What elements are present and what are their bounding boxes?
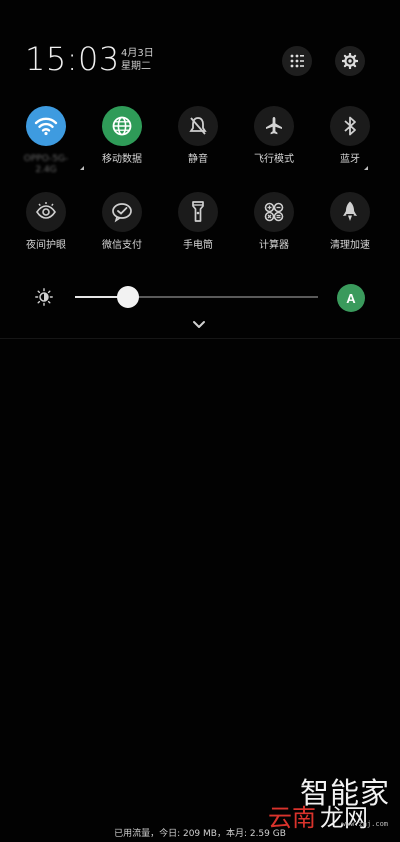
weekday-label: 星期二 — [121, 61, 151, 72]
tile-airplane-toggle[interactable] — [254, 106, 294, 146]
notification-shade: 15:03 4月3日 星期二 OPPO-5G- 2.4G 移动数据 静音 飞行模… — [0, 0, 400, 842]
status-header: 15:03 4月3日 星期二 — [0, 0, 400, 100]
date-label: 4月3日 — [121, 48, 154, 59]
wifi-icon — [34, 117, 58, 136]
expand-chevron-icon[interactable] — [189, 318, 209, 332]
tile-mobile-data-toggle[interactable] — [102, 106, 142, 146]
gear-icon — [342, 53, 358, 69]
tile-bluetooth[interactable]: 蓝牙 — [315, 106, 385, 166]
settings-button[interactable] — [335, 46, 365, 76]
tile-airplane[interactable]: 飞行模式 — [239, 106, 309, 166]
tile-wifi-label: OPPO-5G- 2.4G — [23, 154, 69, 175]
edit-tiles-button[interactable] — [282, 46, 312, 76]
tile-wifi-toggle[interactable] — [26, 106, 66, 146]
wechat-pay-icon — [112, 203, 132, 223]
tile-mobile-data-label: 移动数据 — [102, 154, 142, 165]
auto-brightness-button[interactable]: A — [337, 284, 365, 312]
tile-bluetooth-toggle[interactable] — [330, 106, 370, 146]
tile-calculator[interactable]: 计算器 — [239, 192, 309, 252]
tile-cleaner[interactable]: 清理加速 — [315, 192, 385, 252]
tile-calculator-toggle[interactable] — [254, 192, 294, 232]
tile-cleaner-toggle[interactable] — [330, 192, 370, 232]
brightness-slider-thumb[interactable] — [117, 286, 140, 308]
rocket-icon — [343, 201, 357, 221]
calculator-icon — [264, 202, 284, 222]
flashlight-icon — [192, 201, 204, 222]
tile-mute-toggle[interactable] — [178, 106, 218, 146]
tile-mute[interactable]: 静音 — [163, 106, 233, 166]
tile-eye-care-label: 夜间护眼 — [26, 240, 66, 251]
tile-eye-care[interactable]: 夜间护眼 — [11, 192, 81, 252]
mute-icon — [189, 117, 207, 135]
tile-wechat-pay-toggle[interactable] — [102, 192, 142, 232]
tile-eye-care-toggle[interactable] — [26, 192, 66, 232]
brightness-slider[interactable] — [75, 286, 318, 308]
tile-mobile-data[interactable]: 移动数据 — [87, 106, 157, 166]
tile-calculator-label: 计算器 — [259, 240, 289, 251]
bluetooth-icon — [344, 116, 356, 136]
tile-airplane-label: 飞行模式 — [254, 154, 294, 165]
data-usage-text: 已用流量，今日: 209 MB，本月: 2.59 GB — [114, 829, 286, 839]
grid-edit-icon — [290, 54, 304, 68]
tile-mute-label: 静音 — [188, 154, 208, 165]
tile-wechat-pay[interactable]: 微信支付 — [87, 192, 157, 252]
eye-care-icon — [36, 202, 56, 219]
date-block: 4月3日 星期二 — [121, 47, 154, 73]
tile-flashlight-toggle[interactable] — [178, 192, 218, 232]
tile-wechat-pay-label: 微信支付 — [102, 240, 142, 251]
bluetooth-more-caret — [364, 166, 368, 170]
tile-bluetooth-label: 蓝牙 — [340, 154, 360, 165]
tile-flashlight[interactable]: 手电筒 — [163, 192, 233, 252]
tile-flashlight-label: 手电筒 — [183, 240, 213, 251]
globe-icon — [112, 116, 132, 136]
clock: 15:03 — [25, 40, 120, 78]
wifi-more-caret — [80, 166, 84, 170]
tile-wifi[interactable]: OPPO-5G- 2.4G — [11, 106, 81, 176]
brightness-icon — [35, 288, 53, 306]
site-watermark: 智能家 云南 龙网 www.znj.com — [268, 770, 396, 832]
airplane-icon — [266, 117, 282, 135]
tile-cleaner-label: 清理加速 — [330, 240, 370, 251]
panel-divider — [0, 338, 400, 339]
